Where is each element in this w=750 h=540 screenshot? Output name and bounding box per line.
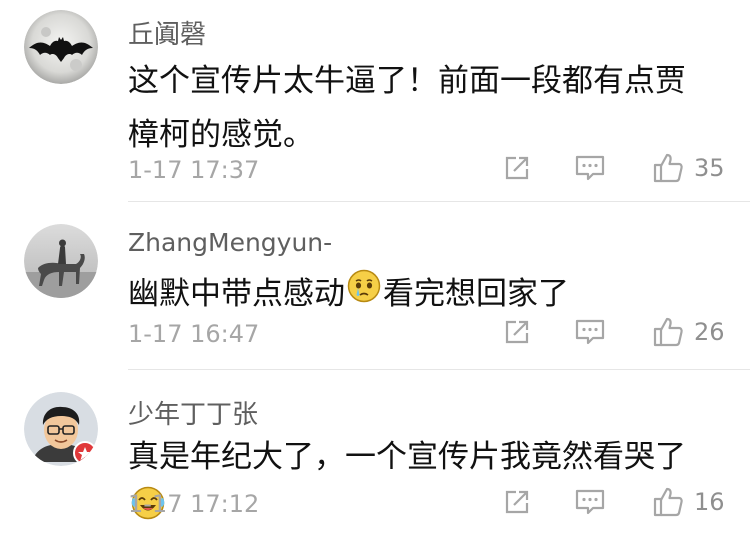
avatar[interactable] — [24, 224, 98, 298]
avatar[interactable] — [24, 10, 98, 84]
like-count: 26 — [694, 318, 725, 346]
like-count: 16 — [694, 488, 725, 516]
avatar[interactable] — [24, 392, 98, 466]
forward-icon — [505, 490, 529, 514]
comment-text: 这个宣传片太牛逼了！前面一段都有点贾樟柯的感觉。 — [128, 63, 686, 153]
thumbs-up-icon — [653, 153, 683, 183]
comment-text-part: 真是年纪大了，一个宣传片我竟然看哭了 — [128, 439, 686, 475]
like-button[interactable]: 35 — [652, 150, 725, 186]
timestamp: 1-17 16:47 — [128, 320, 260, 348]
reply-icon — [575, 319, 605, 345]
comment-feed: 丘阗磬 这个宣传片太牛逼了！前面一段都有点贾樟柯的感觉。 1-17 17:37 — [0, 0, 750, 530]
teary-face-emoji-icon — [347, 266, 381, 320]
forward-icon — [505, 320, 529, 344]
comment-meta: 1-17 16:47 26 — [128, 314, 730, 354]
reply-button[interactable] — [574, 314, 606, 350]
username[interactable]: ZhangMengyun- — [128, 228, 332, 257]
bat-moon-avatar-icon — [24, 10, 98, 84]
comment-text-part: 看完想回家了 — [383, 276, 569, 312]
timestamp: 1-17 17:12 — [128, 490, 260, 518]
timestamp: 1-17 17:37 — [128, 156, 260, 184]
thumbs-up-icon — [653, 317, 683, 347]
username[interactable]: 丘阗磬 — [128, 14, 206, 51]
like-button[interactable]: 16 — [652, 484, 725, 520]
reply-icon — [575, 489, 605, 515]
forward-button[interactable] — [502, 150, 532, 186]
username[interactable]: 少年丁丁张 — [128, 394, 258, 431]
reply-button[interactable] — [574, 150, 606, 186]
forward-button[interactable] — [502, 314, 532, 350]
thumbs-up-icon — [653, 487, 683, 517]
forward-icon — [505, 156, 529, 180]
reply-icon — [575, 155, 605, 181]
comment-item: 少年丁丁张 真是年纪大了，一个宣传片我竟然看哭了 1-17 17:12 16 — [0, 370, 750, 530]
reply-button[interactable] — [574, 484, 606, 520]
comment-text-part: 幽默中带点感动 — [128, 276, 345, 312]
horse-rider-avatar-icon — [24, 224, 98, 298]
comment-meta: 1-17 17:37 35 — [128, 150, 730, 190]
comment-meta: 1-17 17:12 16 — [128, 484, 730, 524]
like-count: 35 — [694, 154, 725, 182]
like-button[interactable]: 26 — [652, 314, 725, 350]
comment-item: 丘阗磬 这个宣传片太牛逼了！前面一段都有点贾樟柯的感觉。 1-17 17:37 — [0, 0, 750, 202]
cartoon-boy-avatar-icon — [24, 392, 98, 466]
comment-item: ZhangMengyun- 幽默中带点感动 看完想回家了 1-17 16:47 — [0, 202, 750, 370]
forward-button[interactable] — [502, 484, 532, 520]
